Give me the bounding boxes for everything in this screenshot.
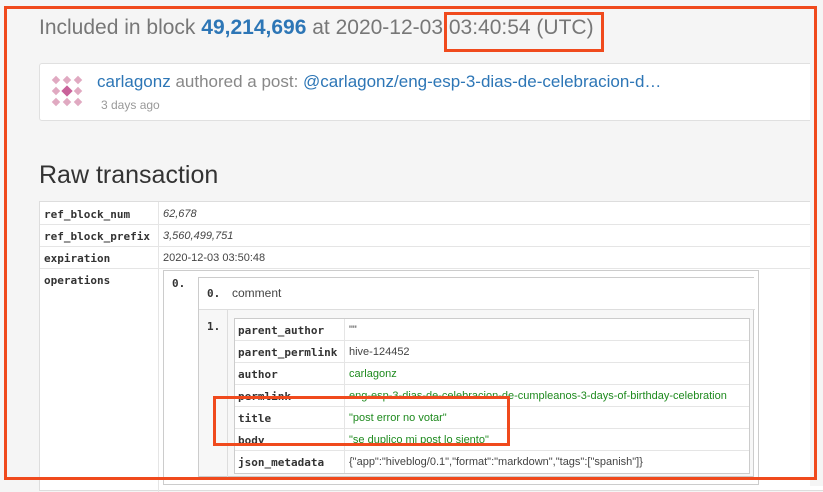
field-key: permlink xyxy=(238,390,291,403)
block-number-link[interactable]: 49,214,696 xyxy=(201,16,306,39)
field-value: carlagonz xyxy=(349,368,397,380)
post-time: 3 days ago xyxy=(101,98,160,112)
field-row: body "se duplico mi post lo siento" xyxy=(235,429,749,451)
operation: 0. comment 1. parent_author "" parent_pe… xyxy=(198,277,755,478)
row-key: operations xyxy=(44,274,111,287)
row-value: 2020-12-03 03:50:48 xyxy=(163,252,266,264)
field-row: permlink eng-esp-3-dias-de-celebracion-d… xyxy=(235,385,749,407)
post-card: carlagonz authored a post: @carlagonz/en… xyxy=(39,63,823,121)
op-body-index: 1. xyxy=(207,320,221,333)
op-type-index: 0. xyxy=(207,287,221,300)
row-value: 62,678 xyxy=(163,208,197,220)
page-gutter xyxy=(810,0,823,486)
author-link[interactable]: carlagonz xyxy=(97,72,171,91)
op-type: comment xyxy=(232,286,282,300)
post-link[interactable]: @carlagonz/eng-esp-3-dias-de-celebracion… xyxy=(303,72,661,91)
field-key: json_metadata xyxy=(238,456,325,469)
op-fields-table: parent_author "" parent_permlink hive-12… xyxy=(234,318,750,474)
op-type-row: 0. comment xyxy=(199,278,755,310)
post-summary: carlagonz authored a post: @carlagonz/en… xyxy=(97,72,661,92)
operations-list: 0. 0. comment 1. parent_author "" parent… xyxy=(163,270,759,485)
header-at: at xyxy=(312,16,330,39)
field-value: hive-124452 xyxy=(349,346,410,358)
field-row: parent_permlink hive-124452 xyxy=(235,341,749,363)
field-key: author xyxy=(238,368,278,381)
row-key: expiration xyxy=(44,252,111,265)
field-key: parent_permlink xyxy=(238,346,338,359)
row-key: ref_block_num xyxy=(44,208,131,221)
header-prefix: Included in block xyxy=(39,16,196,39)
table-row: expiration 2020-12-03 03:50:48 xyxy=(40,247,823,269)
field-key: title xyxy=(238,412,272,425)
field-value: eng-esp-3-dias-de-celebracion-de-cumplea… xyxy=(349,390,727,402)
field-value: {"app":"hiveblog/0.1","format":"markdown… xyxy=(349,456,643,468)
block-timestamp: 2020-12-03 03:40:54 (UTC) xyxy=(335,16,594,39)
operation-index: 0. xyxy=(172,277,186,290)
avatar[interactable] xyxy=(49,73,86,110)
section-title: Raw transaction xyxy=(39,161,219,189)
field-value: "" xyxy=(349,324,357,336)
field-key: body xyxy=(238,434,265,447)
field-row: author carlagonz xyxy=(235,363,749,385)
post-action: authored a post: xyxy=(170,72,304,91)
field-value: "post error no votar" xyxy=(349,412,447,424)
row-value: 3,560,499,751 xyxy=(163,230,234,242)
field-value: "se duplico mi post lo siento" xyxy=(349,434,489,446)
table-row: ref_block_num 62,678 xyxy=(40,202,823,225)
field-row: json_metadata {"app":"hiveblog/0.1","for… xyxy=(235,451,749,473)
block-header: Included in block 49,214,696 at 2020-12-… xyxy=(39,16,594,40)
field-row: title "post error no votar" xyxy=(235,407,749,429)
table-row: ref_block_prefix 3,560,499,751 xyxy=(40,225,823,247)
row-key: ref_block_prefix xyxy=(44,230,150,243)
field-key: parent_author xyxy=(238,324,325,337)
field-row: parent_author "" xyxy=(235,319,749,341)
